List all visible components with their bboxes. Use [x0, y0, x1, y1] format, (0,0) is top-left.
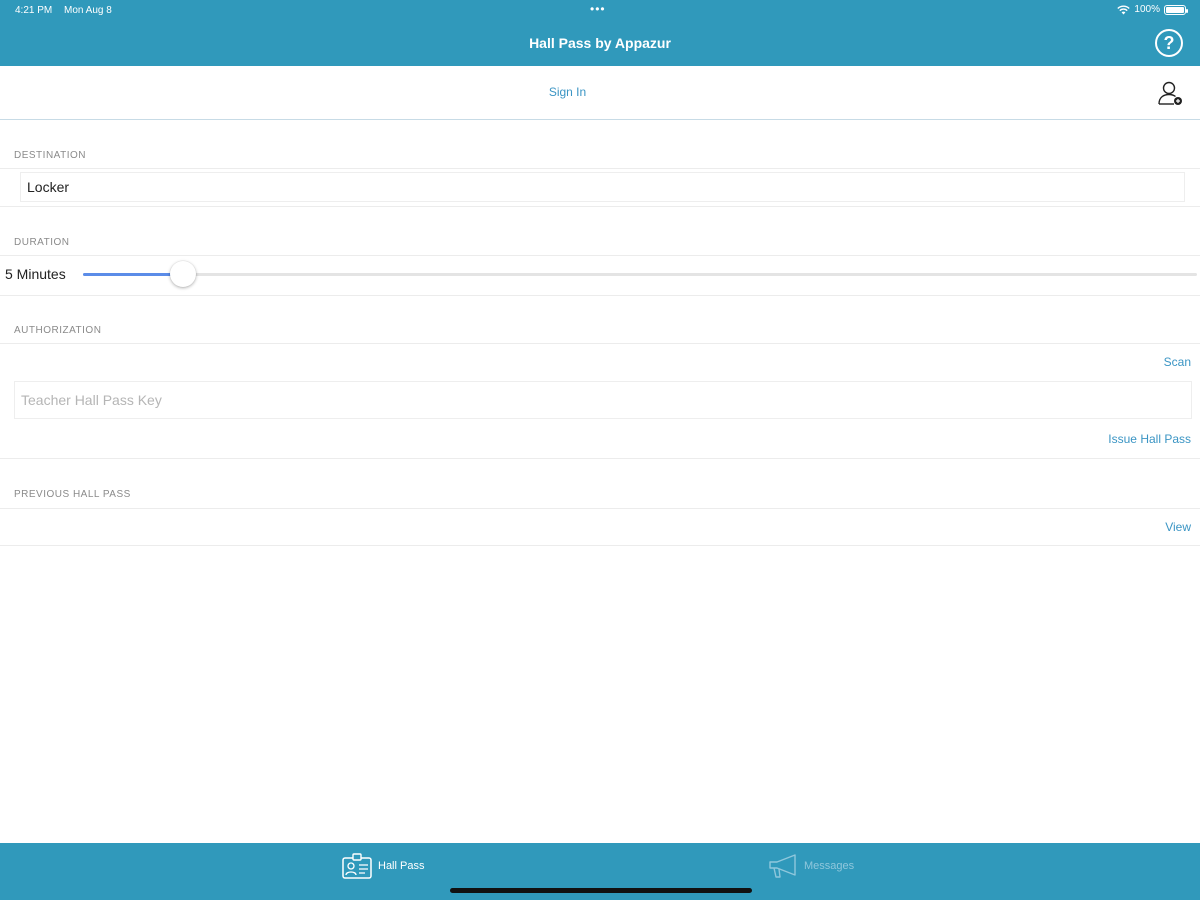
- previous-hall-pass-label: PREVIOUS HALL PASS: [14, 489, 131, 500]
- divider: [0, 295, 1200, 296]
- id-card-icon: [342, 853, 372, 879]
- duration-label: DURATION: [14, 237, 70, 248]
- slider-fill: [83, 273, 184, 276]
- battery-percent: 100%: [1134, 4, 1160, 15]
- divider: [0, 168, 1200, 169]
- duration-slider[interactable]: [83, 261, 1197, 287]
- scan-button[interactable]: Scan: [1164, 355, 1191, 369]
- hall-pass-key-input[interactable]: [21, 390, 1121, 410]
- help-icon[interactable]: ?: [1155, 29, 1183, 57]
- tab-messages[interactable]: Messages: [768, 853, 854, 879]
- page-title: Hall Pass by Appazur: [529, 35, 671, 51]
- status-right: 100%: [1117, 4, 1188, 15]
- issue-hall-pass-button[interactable]: Issue Hall Pass: [1108, 432, 1191, 446]
- tab-hall-pass[interactable]: Hall Pass: [342, 853, 424, 879]
- battery-icon: [1164, 4, 1188, 15]
- destination-value: Locker: [27, 179, 70, 195]
- destination-label: DESTINATION: [14, 150, 86, 161]
- status-date: Mon Aug 8: [64, 5, 112, 16]
- status-time: 4:21 PM: [15, 5, 53, 16]
- tab-label: Hall Pass: [378, 860, 425, 872]
- user-add-icon[interactable]: [1156, 79, 1184, 107]
- divider: [0, 458, 1200, 459]
- divider: [0, 343, 1200, 344]
- divider: [0, 545, 1200, 546]
- divider: [0, 255, 1200, 256]
- top-bar: 4:21 PM Mon Aug 8 ••• 100% Hall Pass by …: [0, 0, 1200, 66]
- divider: [0, 206, 1200, 207]
- authorization-label: AUTHORIZATION: [14, 325, 102, 336]
- signin-row: Sign In: [0, 66, 1200, 120]
- tab-label: Messages: [804, 860, 855, 872]
- home-indicator: [450, 888, 752, 893]
- slider-thumb[interactable]: [170, 261, 197, 287]
- view-button[interactable]: View: [1165, 520, 1191, 534]
- megaphone-icon: [769, 854, 796, 878]
- wifi-icon: [1117, 5, 1131, 14]
- destination-field[interactable]: Locker: [20, 172, 1185, 202]
- divider: [0, 508, 1200, 509]
- multitasking-dots[interactable]: •••: [590, 2, 606, 16]
- sign-in-link[interactable]: Sign In: [0, 85, 1135, 99]
- duration-value: 5 Minutes: [5, 266, 66, 282]
- hall-pass-key-field[interactable]: [14, 381, 1192, 419]
